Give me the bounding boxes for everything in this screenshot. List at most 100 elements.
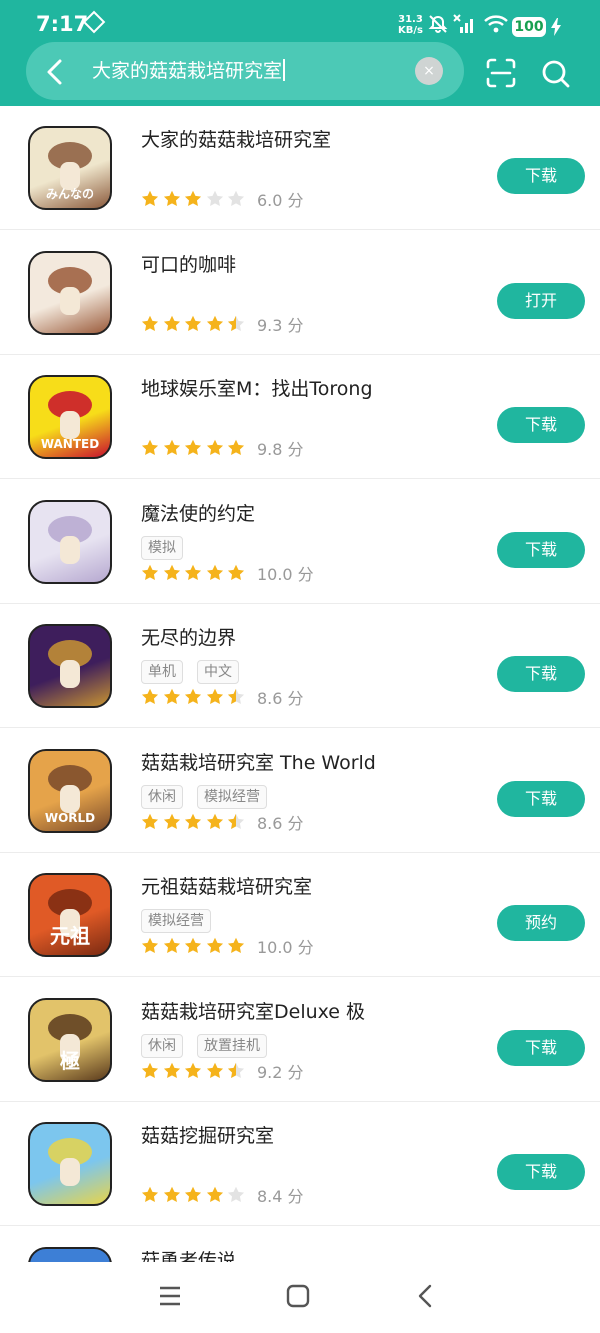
app-tag: 模拟经营 <box>141 909 211 933</box>
app-action-button[interactable]: 下载 <box>497 407 585 443</box>
star-half-icon <box>228 813 245 829</box>
app-list-item[interactable]: WANTED 地球娱乐室M：找出Torong 9.8 分 下载 <box>0 355 600 479</box>
app-icon-label: WANTED <box>40 437 100 451</box>
star-filled-icon <box>185 937 202 954</box>
app-rating: 9.2 分 <box>141 1059 304 1082</box>
star-filled-icon <box>228 439 245 456</box>
star-filled-icon <box>141 813 159 829</box>
star-filled-icon <box>185 1186 202 1203</box>
app-score: 8.6 分 <box>256 813 304 833</box>
star-half-icon <box>228 315 245 331</box>
app-rating: 8.6 分 <box>141 685 304 708</box>
app-icon[interactable]: みんなの <box>28 126 112 210</box>
app-action-button[interactable]: 下载 <box>497 1029 585 1066</box>
app-score: 9.8 分 <box>256 440 304 459</box>
app-icon[interactable]: WORLD <box>28 748 112 833</box>
star-filled-icon <box>206 315 223 331</box>
app-action-button[interactable]: 预约 <box>497 905 585 941</box>
app-rating: 6.0 分 <box>141 187 304 210</box>
app-icon[interactable] <box>28 499 112 584</box>
star-filled-icon <box>206 1186 223 1203</box>
app-artwork-icon <box>48 266 92 315</box>
search-input[interactable]: 大家的菇菇栽培研究室 <box>92 58 286 84</box>
app-icon[interactable] <box>28 250 112 335</box>
app-list-item[interactable]: 魔法使的约定 模拟 10.0 分 下载 <box>0 480 600 604</box>
app-list-item[interactable]: 无尽的边界 单机 中文 8.6 分下载 <box>0 604 600 728</box>
app-rating: 8.4 分 <box>141 1183 304 1206</box>
app-icon-label: WORLD <box>44 810 96 825</box>
home-icon[interactable] <box>286 1284 310 1308</box>
app-icon[interactable]: 元祖 <box>28 873 112 957</box>
app-artwork-icon <box>48 515 92 564</box>
app-tags: 单机 中文 <box>141 660 253 684</box>
star-filled-icon <box>163 813 180 829</box>
app-tag: 中文 <box>197 660 239 684</box>
net-speed-value: 31.3 <box>398 14 423 25</box>
search-button[interactable] <box>540 58 572 90</box>
app-score: 10.0 分 <box>256 564 314 584</box>
app-action-button[interactable]: 下载 <box>497 531 585 568</box>
star-filled-icon <box>163 1062 180 1078</box>
app-title: 大家的菇菇栽培研究室 <box>141 129 332 151</box>
star-filled-icon <box>141 1186 159 1203</box>
app-icon[interactable] <box>28 1122 112 1206</box>
app-icon[interactable]: WANTED <box>28 375 112 459</box>
wifi-icon <box>484 15 508 33</box>
app-list-item[interactable]: 菇菇挖掘研究室 8.4 分 下载 <box>0 1102 600 1226</box>
star-empty-icon <box>228 190 245 207</box>
star-filled-icon <box>141 439 159 456</box>
status-bar: 7:17 31.3 KB/s 100 <box>0 0 600 44</box>
app-title: 魔法使的约定 <box>141 502 256 525</box>
menu-icon[interactable] <box>158 1284 182 1308</box>
app-action-button[interactable]: 下载 <box>497 780 585 817</box>
app-tag: 单机 <box>141 660 183 684</box>
star-filled-icon <box>206 688 223 705</box>
mute-bell-icon <box>428 15 448 33</box>
app-action-button[interactable]: 打开 <box>497 282 585 319</box>
star-filled-icon <box>141 564 159 580</box>
app-list-item[interactable]: WORLD 菇菇栽培研究室 The World 休闲 模拟经营 8.6 分 下载 <box>0 729 600 853</box>
app-list-item[interactable]: 可口的咖啡 9.3 分 打开 <box>0 231 600 355</box>
star-empty-icon <box>228 1186 245 1203</box>
app-score: 8.6 分 <box>256 689 304 708</box>
status-time: 7:17 <box>36 12 89 36</box>
app-rating: 10.0 分 <box>141 561 314 584</box>
star-filled-icon <box>141 1062 159 1078</box>
star-filled-icon <box>206 439 223 456</box>
app-list-item[interactable]: 元祖 元祖菇菇栽培研究室 模拟经营 10.0 分 预约 <box>0 853 600 977</box>
star-filled-icon <box>228 937 245 954</box>
back-icon[interactable] <box>414 1284 438 1308</box>
app-tag: 模拟经营 <box>197 784 267 809</box>
app-list-item[interactable]: みんなの 大家的菇菇栽培研究室 6.0 分 下载 <box>0 106 600 230</box>
clear-search-button[interactable]: × <box>415 57 443 85</box>
back-button[interactable] <box>36 55 72 89</box>
app-icon-label: 極 <box>60 1048 80 1073</box>
app-action-button[interactable]: 下载 <box>497 158 585 194</box>
star-filled-icon <box>185 564 202 580</box>
star-filled-icon <box>141 937 159 954</box>
app-tag: 放置挂机 <box>197 1033 267 1058</box>
star-filled-icon <box>185 439 202 456</box>
star-filled-icon <box>185 1062 202 1078</box>
app-rating: 10.0 分 <box>141 934 314 957</box>
battery-level: 100 <box>512 17 546 37</box>
star-filled-icon <box>206 564 223 580</box>
app-list-item[interactable]: 極 菇菇栽培研究室Deluxe 极休闲 放置挂机 9.2 分 下载 <box>0 978 600 1102</box>
star-filled-icon <box>163 439 180 456</box>
scan-button[interactable] <box>486 58 516 88</box>
app-icon-label: みんなの <box>45 187 94 201</box>
app-score: 6.0 分 <box>256 191 304 210</box>
star-filled-icon <box>206 1062 223 1078</box>
star-filled-icon <box>163 688 180 705</box>
star-filled-icon <box>141 315 159 331</box>
star-filled-icon <box>141 190 159 207</box>
app-action-button[interactable]: 下载 <box>497 1154 585 1190</box>
charging-icon <box>551 18 561 36</box>
app-icon[interactable] <box>28 624 112 708</box>
app-action-button[interactable]: 下载 <box>497 656 585 692</box>
star-half-icon <box>228 688 245 705</box>
app-title: 元祖菇菇栽培研究室 <box>141 876 313 898</box>
app-tag: 休闲 <box>141 784 183 809</box>
app-title: 无尽的边界 <box>141 627 237 649</box>
app-icon[interactable]: 極 <box>28 997 112 1082</box>
